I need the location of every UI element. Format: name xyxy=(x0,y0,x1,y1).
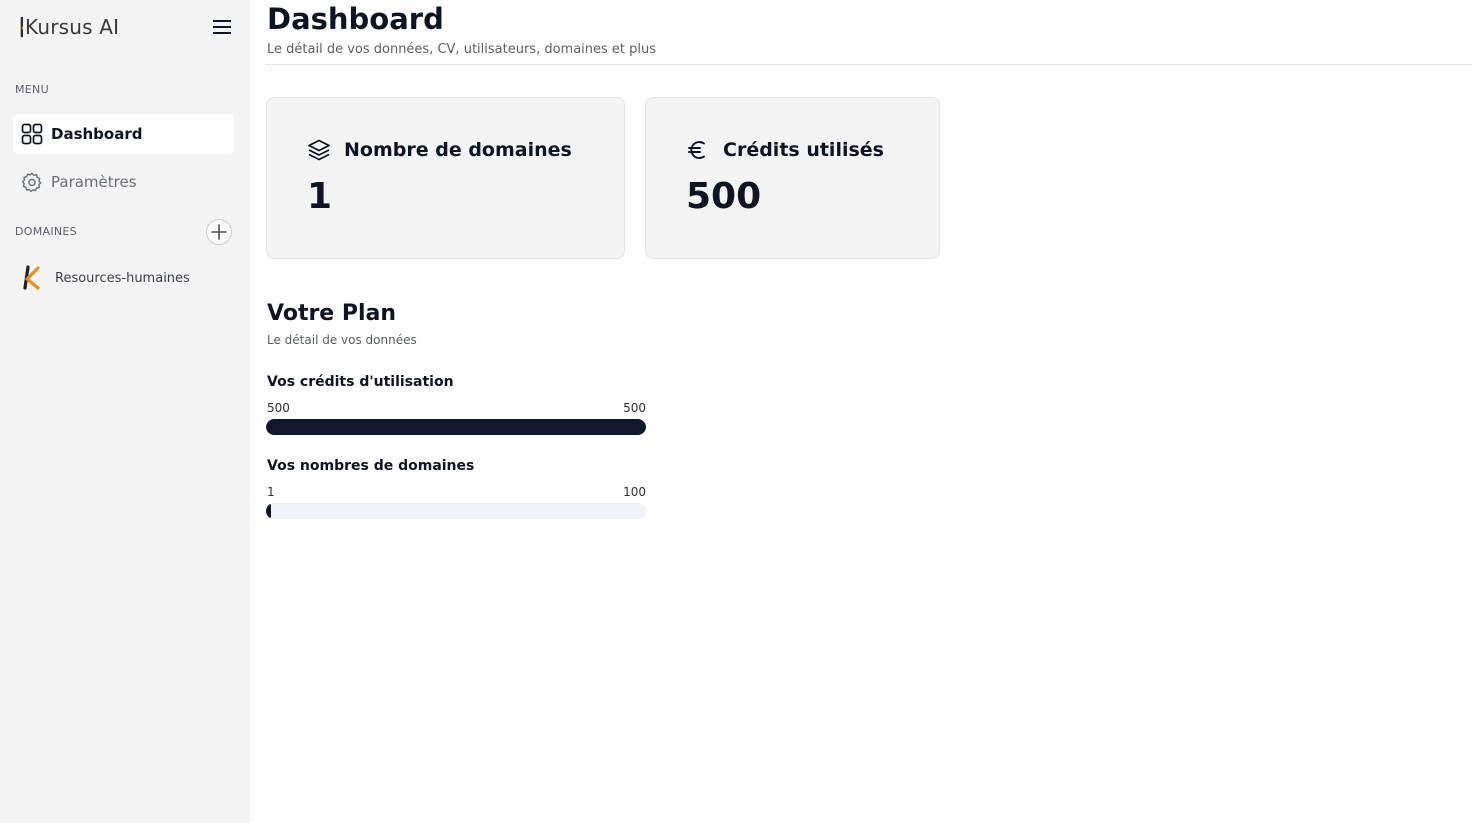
plus-icon xyxy=(211,224,227,240)
stat-card-title: Crédits utilisés xyxy=(723,139,884,161)
grid-icon xyxy=(20,123,43,146)
progress-fill xyxy=(266,503,271,519)
sidebar-item-label: Dashboard xyxy=(51,125,143,143)
plan-title: Votre Plan xyxy=(267,301,397,326)
stat-card-credits: Crédits utilisés 500 xyxy=(645,97,940,259)
page-subtitle: Le détail de vos données, CV, utilisateu… xyxy=(267,42,657,57)
kursus-k-logo-icon xyxy=(23,265,40,290)
gear-icon xyxy=(20,171,43,194)
progress-fill xyxy=(266,419,646,435)
meter-max: 100 xyxy=(623,485,646,499)
meter-current: 1 xyxy=(267,485,275,499)
stat-card-title: Nombre de domaines xyxy=(344,139,572,161)
meter-current: 500 xyxy=(267,401,290,415)
domains-section-label: DOMAINES xyxy=(15,225,77,238)
credits-meter-values: 500 500 xyxy=(267,401,646,415)
stat-card-domains: Nombre de domaines 1 xyxy=(266,97,625,259)
stat-card-value: 500 xyxy=(686,176,762,217)
plan-subtitle: Le détail de vos données xyxy=(267,333,417,347)
domains-meter-values: 1 100 xyxy=(267,485,646,499)
sidebar: Kursus AI MENU Dashboard Paramètres DOMA… xyxy=(0,0,250,823)
brand-logo[interactable]: Kursus AI xyxy=(19,14,120,40)
menu-section-label: MENU xyxy=(15,83,49,96)
page-title: Dashboard xyxy=(267,2,444,36)
sidebar-item-label: Paramètres xyxy=(51,173,137,191)
brand-name: Kursus AI xyxy=(23,15,120,39)
domain-item-label: Resources-humaines xyxy=(55,270,190,286)
layers-icon xyxy=(307,138,331,162)
header-divider xyxy=(266,64,1472,65)
credits-meter-label: Vos crédits d'utilisation xyxy=(267,374,454,390)
euro-icon xyxy=(686,138,710,162)
sidebar-item-dashboard[interactable]: Dashboard xyxy=(13,114,234,154)
credits-progress-bar xyxy=(266,419,646,435)
stat-card-value: 1 xyxy=(307,176,333,217)
sidebar-item-parametres[interactable]: Paramètres xyxy=(13,162,234,202)
domains-meter-label: Vos nombres de domaines xyxy=(267,458,475,474)
hamburger-icon xyxy=(213,20,231,34)
add-domain-button[interactable] xyxy=(206,219,232,245)
domain-item-resources-humaines[interactable]: Resources-humaines xyxy=(20,263,234,293)
menu-toggle-button[interactable] xyxy=(212,19,232,35)
meter-max: 500 xyxy=(623,401,646,415)
domains-progress-bar xyxy=(266,503,646,519)
